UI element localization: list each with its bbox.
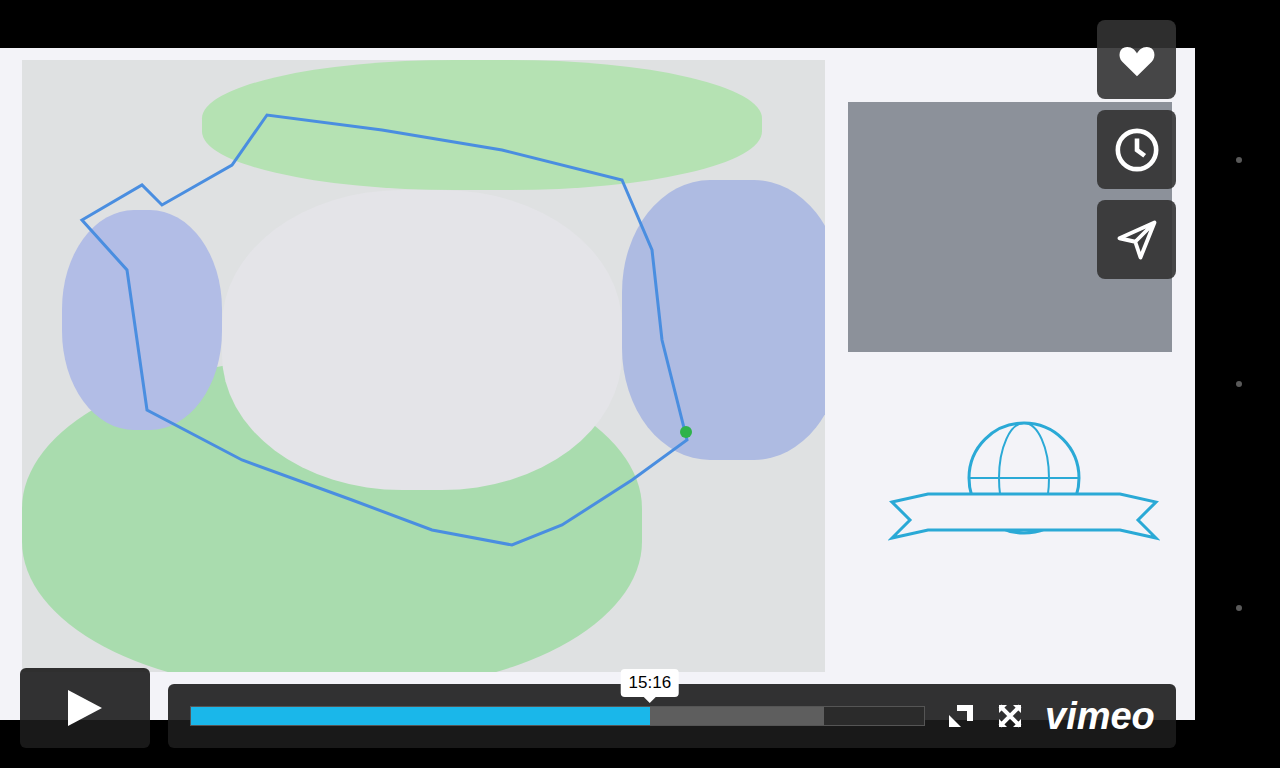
paper-plane-icon: [1116, 219, 1158, 261]
heart-icon: [1117, 42, 1157, 78]
play-button[interactable]: [20, 668, 150, 748]
share-button[interactable]: [1097, 200, 1176, 279]
conference-logo-icon: [888, 410, 1160, 550]
slide-map: [22, 60, 825, 672]
video-player: 15:16 vimeo: [0, 0, 1280, 768]
progress-track[interactable]: 15:16: [190, 706, 925, 726]
vimeo-logo[interactable]: vimeo: [1045, 696, 1155, 736]
clock-icon: [1114, 127, 1160, 173]
side-dot: [1236, 381, 1242, 387]
played-fill: [191, 707, 650, 725]
side-dot: [1236, 157, 1242, 163]
side-dot: [1236, 605, 1242, 611]
fullscreen-icon[interactable]: [947, 703, 975, 729]
time-tooltip-text: 15:16: [621, 669, 680, 697]
expand-icon[interactable]: [997, 703, 1023, 729]
play-icon: [66, 688, 104, 728]
video-frame[interactable]: [0, 48, 1195, 720]
watch-later-button[interactable]: [1097, 110, 1176, 189]
control-bar: 15:16 vimeo: [168, 684, 1176, 748]
action-buttons: [1097, 20, 1176, 279]
like-button[interactable]: [1097, 20, 1176, 99]
time-tooltip: 15:16: [621, 669, 680, 703]
